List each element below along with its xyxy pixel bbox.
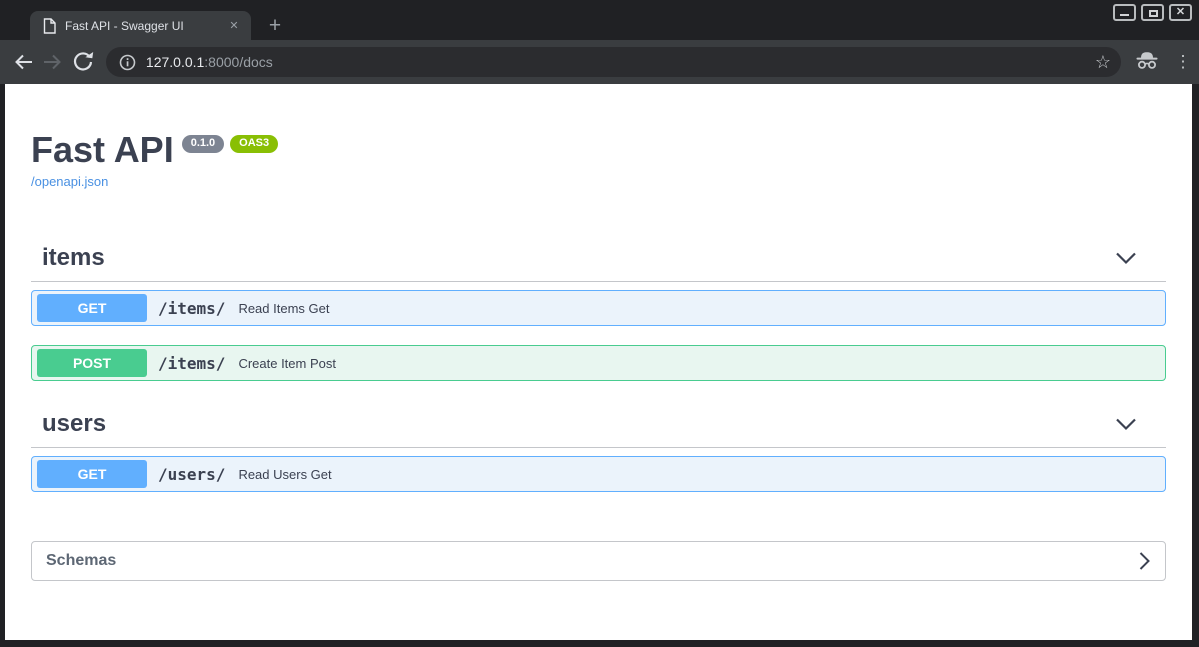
url-host: 127.0.0.1 [145, 54, 205, 70]
endpoint-path: /items/ [158, 353, 226, 373]
endpoint-row-get-users[interactable]: GET /users/ Read Users Get [31, 456, 1166, 492]
tag-header-items[interactable]: items [31, 235, 1166, 282]
endpoint-path: /users/ [158, 464, 226, 484]
maximize-icon [1149, 10, 1158, 17]
window-maximize-button[interactable] [1141, 4, 1164, 21]
incognito-icon [1135, 50, 1159, 75]
window-close-button[interactable]: ✕ [1169, 4, 1192, 21]
forward-arrow-icon [43, 54, 61, 70]
api-info: Fast API 0.1.0 OAS3 /openapi.json [31, 130, 1166, 189]
tab-close-icon[interactable]: ✕ [225, 17, 243, 35]
url-path: :8000/docs [204, 54, 273, 70]
method-badge: GET [37, 294, 147, 322]
endpoint-summary: Read Users Get [238, 466, 332, 482]
window-controls: ✕ [1113, 4, 1192, 21]
method-badge: POST [37, 349, 147, 377]
back-arrow-icon [15, 54, 32, 70]
chevron-down-icon[interactable] [1114, 251, 1138, 265]
tag-name: users [42, 410, 107, 437]
url-text[interactable]: 127.0.0.1:8000/docs [146, 54, 1095, 70]
page-favicon-document-icon [43, 17, 56, 34]
browser-tab[interactable]: Fast API - Swagger UI ✕ [30, 11, 251, 40]
version-badge: 0.1.0 [181, 135, 225, 153]
tag-section-items: items GET /items/ Read Items Get POST /i… [31, 235, 1166, 381]
tab-title: Fast API - Swagger UI [65, 18, 184, 33]
endpoint-path: /items/ [158, 298, 226, 318]
chevron-down-icon[interactable] [1114, 417, 1138, 431]
browser-toolbar: 127.0.0.1:8000/docs ☆ ⋮ [0, 40, 1199, 84]
openapi-spec-link[interactable]: /openapi.json [31, 174, 1166, 189]
reload-button[interactable] [68, 47, 98, 77]
tag-name: items [42, 244, 105, 271]
method-badge: GET [37, 460, 147, 488]
address-bar[interactable]: 127.0.0.1:8000/docs ☆ [105, 47, 1122, 77]
reload-icon [73, 52, 94, 71]
back-button[interactable] [8, 47, 38, 77]
tag-section-users: users GET /users/ Read Users Get [31, 401, 1166, 492]
api-title: Fast API [31, 129, 174, 170]
new-tab-button[interactable]: + [263, 15, 287, 39]
browser-menu-icon[interactable]: ⋮ [1171, 52, 1195, 72]
endpoint-summary: Read Items Get [238, 300, 330, 316]
tab-bar: Fast API - Swagger UI ✕ + ✕ [0, 0, 1199, 40]
swagger-page: Fast API 0.1.0 OAS3 /openapi.json items GE… [5, 84, 1192, 640]
bookmark-star-icon[interactable]: ☆ [1095, 53, 1111, 71]
oas3-badge: OAS3 [230, 135, 279, 153]
endpoint-row-post-items[interactable]: POST /items/ Create Item Post [31, 345, 1166, 381]
endpoint-row-get-items[interactable]: GET /items/ Read Items Get [31, 290, 1166, 326]
schemas-label: Schemas [46, 552, 117, 569]
forward-button[interactable] [38, 47, 68, 77]
window-minimize-button[interactable] [1113, 4, 1136, 21]
minimize-icon [1120, 14, 1129, 16]
tag-header-users[interactable]: users [31, 401, 1166, 448]
chevron-right-icon[interactable] [1138, 550, 1151, 572]
endpoint-summary: Create Item Post [238, 355, 336, 371]
site-info-icon[interactable] [119, 54, 136, 71]
schemas-section[interactable]: Schemas [31, 541, 1166, 581]
